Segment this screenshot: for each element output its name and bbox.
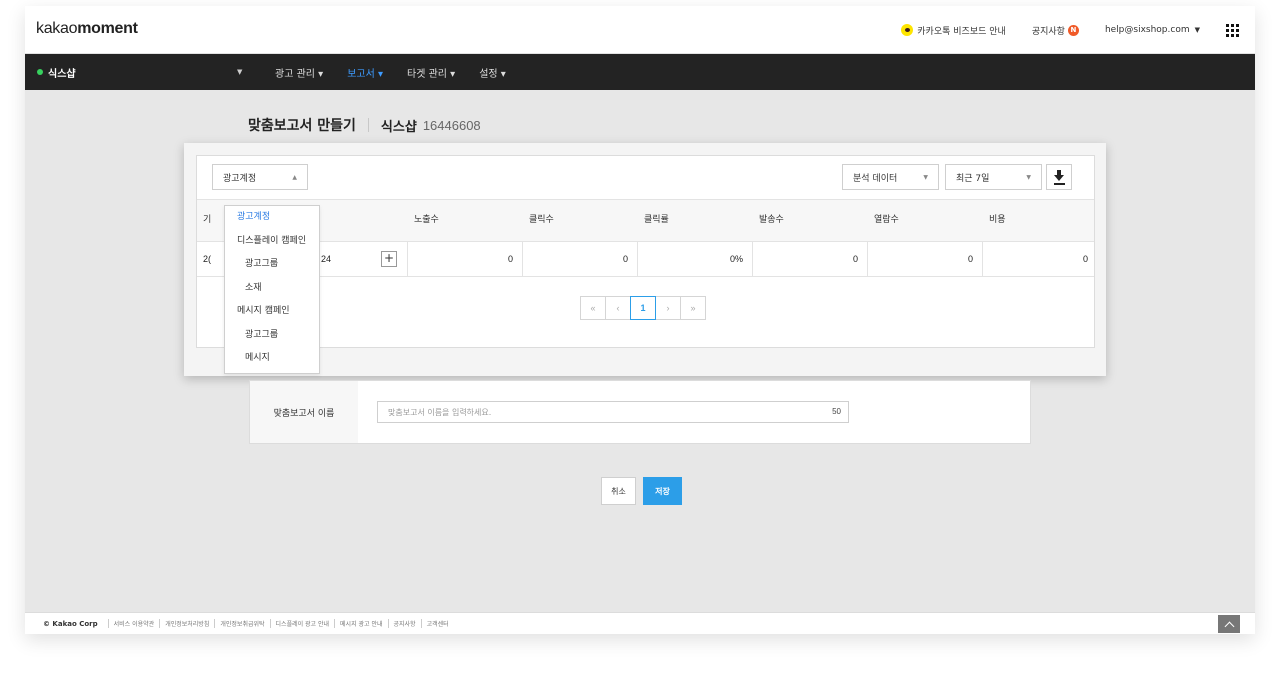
column-header-partial: 기 <box>203 215 212 225</box>
column-header[interactable]: 클릭률 <box>644 200 669 241</box>
last-page-button[interactable]: » <box>680 296 706 320</box>
column-header[interactable]: 클릭수 <box>529 200 554 241</box>
app-window: kakaomoment 카카오톡 비즈보드 안내 공지사항 N help@six… <box>25 6 1255 634</box>
report-table-panel: 광고계정 ▲ 분석 데이터 ▼ 최근 7일 ▼ 기 노출수 클릭수 클릭률 발송… <box>196 155 1095 374</box>
next-page-button[interactable]: › <box>655 296 681 320</box>
dropdown-item-ad-group[interactable]: 광고그룹 <box>225 253 319 277</box>
new-badge: N <box>1067 24 1079 36</box>
report-name-input[interactable]: 맞춤보고서 이름을 입력하세요. 50 <box>377 401 849 423</box>
dropdown-item-message-campaign[interactable]: 메시지 캠페인 <box>225 300 319 324</box>
main-nav: 식스샵 ▼ 광고 관리 ▾ 보고서 ▾ 타겟 관리 ▾ 설정 ▾ <box>25 54 1255 90</box>
user-menu[interactable]: help@sixshop.com ▼ <box>1105 25 1200 35</box>
status-dot-icon <box>37 69 43 75</box>
download-icon <box>1054 170 1064 181</box>
clicks-value: 0 <box>622 254 628 264</box>
column-header[interactable]: 비용 <box>989 200 1006 241</box>
period-select[interactable]: 최근 7일 ▼ <box>945 164 1042 190</box>
download-button[interactable] <box>1046 164 1072 190</box>
top-header: kakaomoment 카카오톡 비즈보드 안내 공지사항 N help@six… <box>25 6 1255 54</box>
char-limit: 50 <box>832 407 841 416</box>
page-header: 맞춤보고서 만들기 식스샵 16446608 <box>248 115 481 135</box>
page-title: 맞춤보고서 만들기 <box>248 118 356 134</box>
page-button-current[interactable]: 1 <box>630 296 656 320</box>
account-caret-icon[interactable]: ▼ <box>237 68 242 76</box>
sent-value: 0 <box>852 254 858 264</box>
account-name: 식스샵 <box>380 119 417 135</box>
add-button[interactable]: + <box>381 251 397 267</box>
nav-item-settings[interactable]: 설정 ▾ <box>479 65 506 80</box>
caret-down-icon: ▼ <box>923 174 928 181</box>
footer: © Kakao Corp 서비스 이용약관 개인정보처리방침 개인정보취급위탁 … <box>25 612 1255 634</box>
footer-link[interactable]: 서비스 이용약관 <box>107 619 160 628</box>
account-id: 16446608 <box>422 117 481 133</box>
impressions-value: 0 <box>507 254 513 264</box>
footer-link[interactable]: 메시지 광고 안내 <box>334 619 387 628</box>
footer-link[interactable]: 디스플레이 광고 안내 <box>269 619 335 628</box>
app-grid-icon[interactable] <box>1226 23 1239 37</box>
row-cell-partial: 2( <box>203 254 212 264</box>
column-header[interactable]: 노출수 <box>414 200 439 241</box>
column-header[interactable]: 발송수 <box>759 200 784 241</box>
header-right-menu: 카카오톡 비즈보드 안내 공지사항 N help@sixshop.com ▼ <box>875 6 1239 54</box>
copyright: © Kakao Corp <box>43 619 98 628</box>
kakaomoment-logo[interactable]: kakaomoment <box>36 20 138 38</box>
footer-link[interactable]: 개인정보취급위탁 <box>214 619 269 628</box>
footer-link[interactable]: 공지사항 <box>387 619 421 628</box>
dropdown-item-message[interactable]: 메시지 <box>225 347 319 371</box>
scroll-top-button[interactable] <box>1218 615 1240 633</box>
opens-value: 0 <box>967 254 973 264</box>
dropdown-item-display-campaign[interactable]: 디스플레이 캠페인 <box>225 230 319 254</box>
dropdown-item-message-ad-group[interactable]: 광고그룹 <box>225 324 319 348</box>
cost-value: 0 <box>1082 254 1088 264</box>
bizboard-link[interactable]: 카카오톡 비즈보드 안내 <box>901 24 1006 37</box>
report-level-select[interactable]: 광고계정 ▲ <box>212 164 308 190</box>
save-button[interactable]: 저장 <box>643 477 682 505</box>
dropdown-item-creative[interactable]: 소재 <box>225 277 319 301</box>
cancel-button[interactable]: 취소 <box>601 477 636 505</box>
analysis-data-select[interactable]: 분석 데이터 ▼ <box>842 164 939 190</box>
caret-up-icon: ▲ <box>292 174 297 181</box>
footer-link[interactable]: 개인정보처리방침 <box>159 619 214 628</box>
nav-menu: 광고 관리 ▾ 보고서 ▾ 타겟 관리 ▾ 설정 ▾ <box>275 54 530 90</box>
table-row: 2( 24 + 0 0 0% 0 0 0 <box>197 242 1094 277</box>
row-cell-partial: 24 <box>321 254 332 264</box>
divider <box>367 118 369 132</box>
account-switcher[interactable]: 식스샵 <box>37 54 76 90</box>
dropdown-item-ad-account[interactable]: 광고계정 <box>225 206 319 230</box>
notice-link[interactable]: 공지사항 N <box>1032 24 1079 37</box>
nav-item-ad-management[interactable]: 광고 관리 ▾ <box>275 65 323 80</box>
report-builder-panel: 광고계정 ▲ 분석 데이터 ▼ 최근 7일 ▼ 기 노출수 클릭수 클릭률 발송… <box>184 143 1106 376</box>
report-name-label: 맞춤보고서 이름 <box>250 381 358 443</box>
footer-link[interactable]: 고객센터 <box>420 619 454 628</box>
column-header[interactable]: 열람수 <box>874 200 899 241</box>
report-name-form: 맞춤보고서 이름 맞춤보고서 이름을 입력하세요. 50 <box>249 380 1031 444</box>
nav-item-target-management[interactable]: 타겟 관리 ▾ <box>407 65 455 80</box>
first-page-button[interactable]: « <box>580 296 606 320</box>
pagination: « ‹ 1 › » <box>580 296 706 320</box>
table-header: 기 노출수 클릭수 클릭률 발송수 열람수 비용 <box>197 199 1094 242</box>
kakaotalk-icon <box>901 24 914 36</box>
caret-down-icon: ▼ <box>1194 26 1200 34</box>
prev-page-button[interactable]: ‹ <box>605 296 631 320</box>
nav-item-reports[interactable]: 보고서 ▾ <box>347 65 383 80</box>
report-level-dropdown: 광고계정 디스플레이 캠페인 광고그룹 소재 메시지 캠페인 광고그룹 메시지 <box>224 205 320 374</box>
caret-down-icon: ▼ <box>1026 174 1031 181</box>
ctr-value: 0% <box>729 254 743 264</box>
